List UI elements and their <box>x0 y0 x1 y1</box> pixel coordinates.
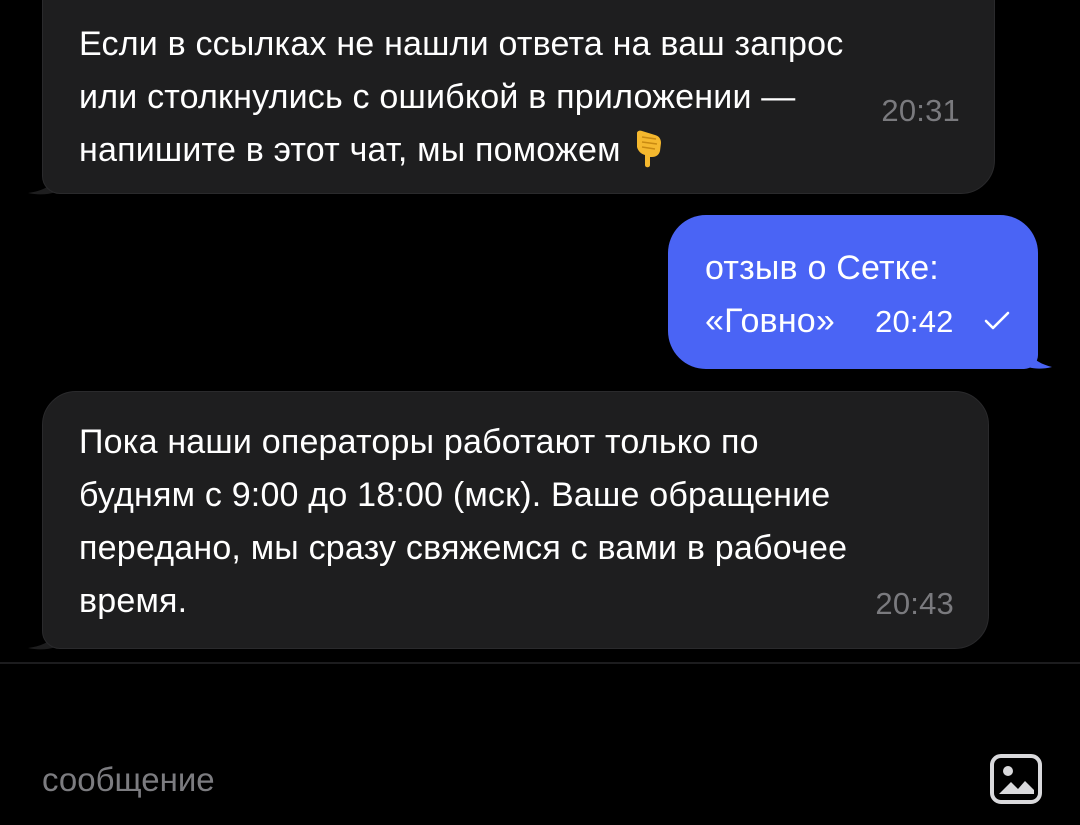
backhand-index-pointing-down-icon <box>636 130 661 168</box>
chat-screen: Если в ссылках не нашли ответа на ваш за… <box>0 0 1080 825</box>
message-text: Если в ссылках не нашли ответа на ваш за… <box>79 25 844 169</box>
attach-image-button[interactable] <box>988 752 1044 806</box>
message-bubble-outgoing[interactable]: отзыв о Сетке: «Говно» 20:42 <box>668 215 1038 369</box>
message-timestamp: 20:42 <box>875 304 954 339</box>
message-composer <box>0 664 1080 825</box>
message-text: Пока наши операторы работают только по б… <box>79 423 848 620</box>
message-bubble-incoming[interactable]: Если в ссылках не нашли ответа на ваш за… <box>42 0 995 194</box>
image-attach-icon <box>990 754 1042 804</box>
message-input[interactable] <box>42 758 942 802</box>
check-icon <box>984 311 1010 330</box>
message-bubble-incoming[interactable]: Пока наши операторы работают только по б… <box>42 391 989 649</box>
message-timestamp: 20:31 <box>881 93 960 128</box>
message-timestamp: 20:43 <box>875 586 954 621</box>
